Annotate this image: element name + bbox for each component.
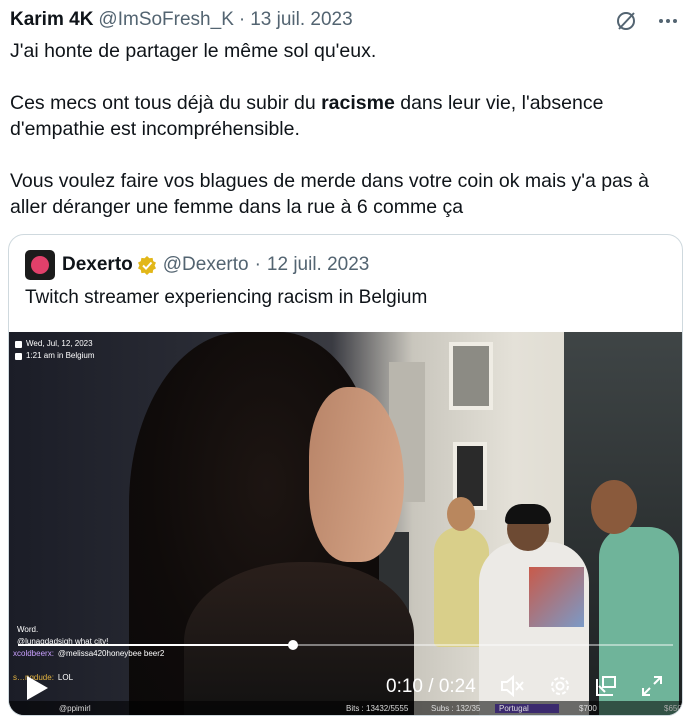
chat-line: Word. (17, 625, 39, 634)
quoted-tweet-header: Dexerto @Dexerto · 12 juil. 2023 (25, 250, 369, 280)
calendar-icon (15, 340, 22, 348)
quoted-author-name[interactable]: Dexerto (62, 254, 133, 276)
goal-amount: $650 (664, 703, 682, 713)
tweet-paragraph-1: J'ai honte de partager le même sol qu'eu… (10, 40, 377, 62)
mute-icon[interactable] (499, 673, 525, 699)
streamer-handle: @ppimirl (59, 703, 91, 713)
goal-amount: $700 (579, 703, 597, 713)
stream-bottom-bar: @ppimirl Bits : 13432/5555 Subs : 132/35… (9, 701, 682, 715)
tweet-text: J'ai honte de partager le même sol qu'eu… (10, 38, 680, 220)
bits-counter: Bits : 13432/5555 (346, 703, 409, 713)
gear-icon[interactable] (547, 673, 573, 699)
tweet-paragraph-3: Vous voulez faire vos blagues de merde d… (10, 170, 649, 218)
progress-bar[interactable] (18, 640, 673, 650)
fullscreen-icon[interactable] (639, 673, 665, 699)
video-time: 0:10 / 0:24 (386, 676, 476, 698)
grok-icon[interactable] (613, 8, 639, 34)
overlay-date: Wed, Jul, 12, 2023 (26, 339, 93, 348)
duration: 0:24 (438, 676, 476, 697)
header-actions (613, 8, 681, 34)
quoted-tweet[interactable]: Dexerto @Dexerto · 12 juil. 2023 Twitch … (8, 234, 683, 716)
separator-dot: · (238, 9, 246, 30)
country-label: Portugal (495, 703, 559, 713)
overlay-time: 1:21 am in Belgium (26, 351, 95, 360)
author-name[interactable]: Karim 4K (10, 9, 93, 31)
current-time: 0:10 (386, 676, 423, 697)
play-icon[interactable] (25, 675, 49, 701)
author-handle[interactable]: @ImSoFresh_K (98, 9, 233, 31)
tweet-date[interactable]: 13 juil. 2023 (250, 9, 352, 31)
more-icon[interactable] (655, 8, 681, 34)
time-separator: / (428, 676, 434, 697)
progress-fill (18, 644, 294, 646)
separator-dot: · (254, 254, 261, 275)
clock-icon (15, 352, 22, 360)
tweet-header: Karim 4K @ImSoFresh_K · 13 juil. 2023 (10, 6, 681, 34)
video-player[interactable]: Wed, Jul, 12, 2023 1:21 am in Belgium Wo… (9, 332, 682, 715)
quoted-tweet-date[interactable]: 12 juil. 2023 (267, 254, 369, 276)
verified-badge-icon (137, 256, 156, 275)
chat-line: @lunagdadsigh what city! (17, 637, 109, 646)
avatar[interactable] (25, 250, 55, 280)
tweet-paragraph-2: Ces mecs ont tous déjà du subir du racis… (10, 92, 604, 140)
stream-overlay-info: Wed, Jul, 12, 2023 1:21 am in Belgium (15, 338, 94, 362)
picture-in-picture-icon[interactable] (593, 673, 619, 699)
bold-word: racisme (321, 92, 395, 114)
quoted-tweet-text: Twitch streamer experiencing racism in B… (25, 287, 428, 308)
quoted-author-handle[interactable]: @Dexerto (163, 254, 249, 276)
subs-counter: Subs : 132/35 (431, 703, 481, 713)
